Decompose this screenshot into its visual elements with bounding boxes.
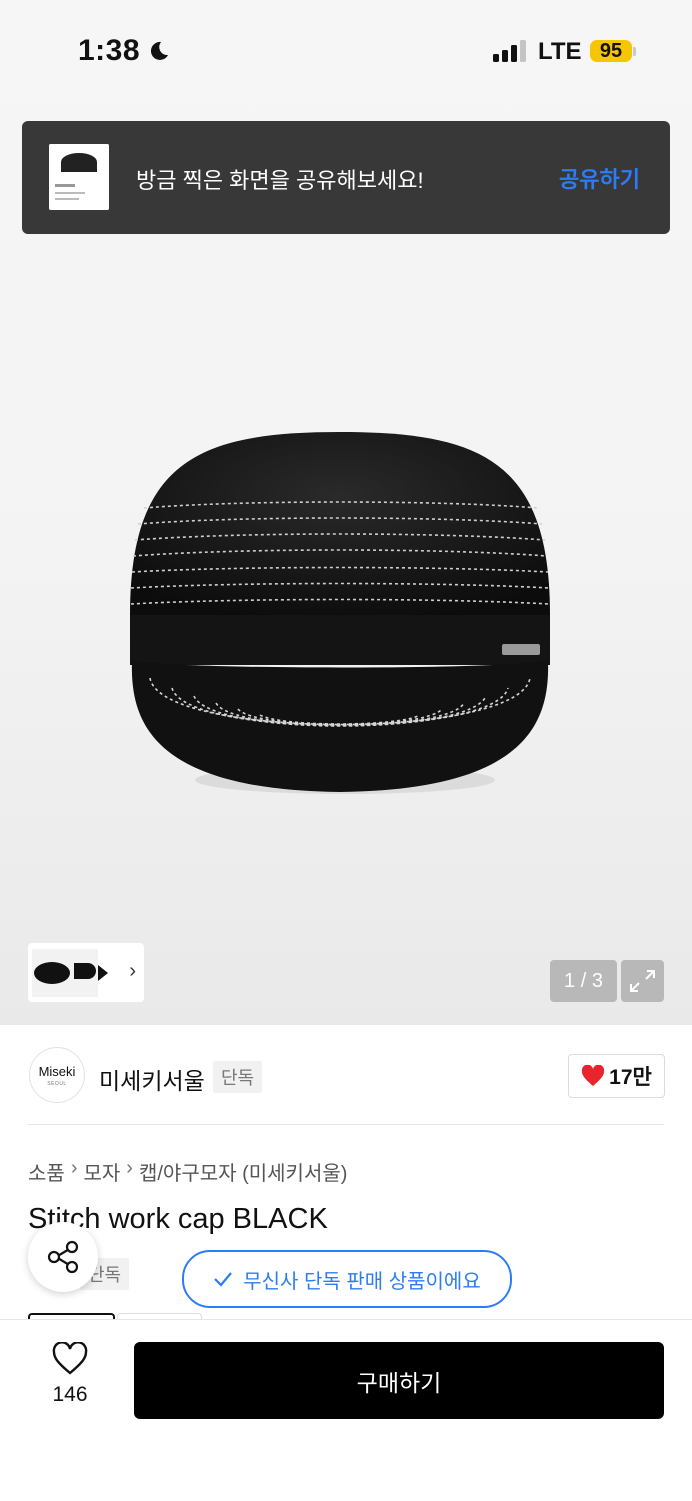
brand-logo-subtext: SEOUL bbox=[47, 1081, 67, 1087]
buy-button[interactable]: 구매하기 bbox=[134, 1342, 664, 1419]
product-image-cap bbox=[130, 432, 550, 794]
brand-like-count: 17만 bbox=[609, 1066, 652, 1089]
expand-icon bbox=[630, 970, 655, 992]
screenshot-thumbnail bbox=[49, 144, 109, 210]
heart-filled-icon bbox=[582, 1065, 605, 1086]
brand-name[interactable]: 미세키서울 bbox=[99, 1062, 205, 1096]
chevron-right-icon: › bbox=[70, 1157, 78, 1179]
wishlist-button[interactable]: 146 bbox=[40, 1341, 100, 1407]
moon-icon bbox=[151, 41, 169, 60]
check-icon bbox=[214, 1272, 233, 1287]
share-banner[interactable]: 방금 찍은 화면을 공유해보세요! 공유하기 bbox=[22, 121, 670, 234]
status-bar: 1:38 LTE 95 bbox=[0, 0, 692, 100]
signal-icon bbox=[493, 40, 526, 62]
expand-button[interactable] bbox=[621, 960, 664, 1002]
brand-exclusive-badge: 단독 bbox=[213, 1061, 263, 1093]
image-thumbnails[interactable]: › bbox=[28, 943, 144, 1002]
breadcrumb: 소품 › 모자 › 캡/야구모자 (미세키서울) bbox=[28, 1157, 347, 1186]
exclusive-notice-pill: 무신사 단독 판매 상품이에요 bbox=[182, 1250, 512, 1308]
breadcrumb-item-hats[interactable]: 모자 bbox=[83, 1157, 120, 1186]
time-text: 1:38 bbox=[78, 34, 141, 67]
share-icon bbox=[47, 1240, 79, 1274]
breadcrumb-item-caps[interactable]: 캡/야구모자 (미세키서울) bbox=[139, 1157, 347, 1186]
thumbnail-strip bbox=[32, 949, 108, 997]
chevron-right-icon: › bbox=[126, 1157, 133, 1179]
share-now-button[interactable]: 공유하기 bbox=[559, 162, 640, 194]
breadcrumb-item-accessories[interactable]: 소품 bbox=[28, 1157, 65, 1186]
brand-like-button[interactable]: 17만 bbox=[568, 1054, 665, 1098]
wishlist-count: 146 bbox=[52, 1383, 88, 1406]
share-button[interactable] bbox=[28, 1222, 98, 1292]
battery-tip bbox=[633, 47, 636, 56]
status-time: 1:38 bbox=[78, 34, 170, 68]
brand-logo-text: Miseki bbox=[38, 1064, 76, 1079]
network-label: LTE bbox=[538, 38, 582, 65]
heart-outline-icon bbox=[52, 1341, 88, 1375]
brand-logo[interactable]: Miseki SEOUL bbox=[29, 1047, 85, 1103]
divider bbox=[28, 1124, 664, 1125]
share-banner-message: 방금 찍은 화면을 공유해보세요! bbox=[136, 168, 424, 193]
battery-icon: 95 bbox=[590, 40, 632, 62]
battery-level: 95 bbox=[599, 40, 623, 62]
image-counter: 1 / 3 bbox=[550, 960, 617, 1002]
exclusive-notice-text: 무신사 단독 판매 상품이에요 bbox=[243, 1270, 481, 1293]
chevron-right-icon[interactable]: › bbox=[129, 960, 136, 983]
